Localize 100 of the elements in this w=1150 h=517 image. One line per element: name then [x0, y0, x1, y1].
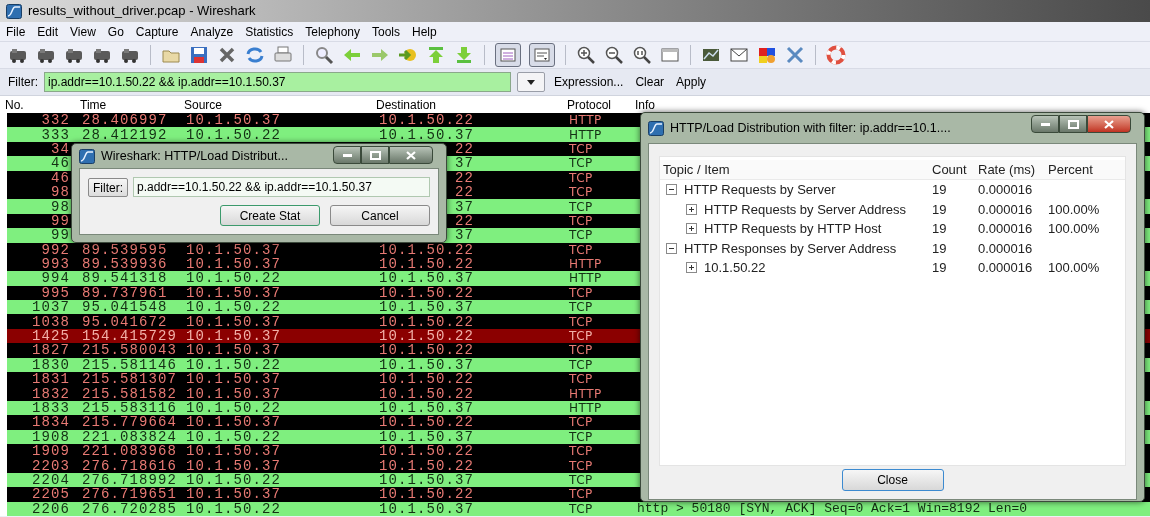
- menu-item[interactable]: Go: [107, 22, 124, 41]
- menu-item[interactable]: Tools: [372, 22, 400, 41]
- table-cell: HTTP: [569, 386, 602, 401]
- column-header[interactable]: Info: [635, 97, 655, 112]
- table-cell: 0.000016: [978, 182, 1033, 197]
- caret-icon: [527, 79, 535, 85]
- table-cell: TCP: [569, 242, 593, 257]
- menu-item[interactable]: View: [70, 22, 96, 41]
- menu-item[interactable]: Statistics: [245, 22, 294, 41]
- maximize-button[interactable]: [1059, 115, 1087, 133]
- dialog-button[interactable]: Create Stat: [220, 205, 320, 226]
- zoom-out-icon[interactable]: [604, 45, 624, 65]
- table-cell: 10.1.50.22: [186, 471, 281, 488]
- column-header[interactable]: Percent: [1048, 161, 1093, 177]
- table-cell: 10.1.50.22: [379, 372, 474, 387]
- table-cell: 19: [932, 201, 947, 217]
- table-cell: http > 50180 [SYN, ACK] Seq=0 Ack=1 Win=8192 Len=0: [637, 501, 1028, 517]
- color-squares-icon[interactable]: [757, 45, 777, 65]
- toolbar-button[interactable]: Expression...: [551, 73, 627, 91]
- table-cell: HTTP: [569, 271, 602, 286]
- column-header[interactable]: Time: [80, 97, 107, 112]
- minimize-icon: [1040, 122, 1050, 126]
- table-cell: 10.1.50.37: [186, 328, 281, 345]
- expander-icon[interactable]: [686, 203, 697, 215]
- close-button[interactable]: Close: [841, 469, 944, 491]
- close-button[interactable]: [389, 146, 433, 164]
- reload-icon[interactable]: [245, 45, 265, 65]
- table-cell: 10.1.50.37: [186, 256, 281, 273]
- table-cell: 215.583116: [82, 400, 177, 416]
- search-icon[interactable]: [314, 45, 334, 65]
- expander-icon[interactable]: [666, 184, 677, 196]
- column-header[interactable]: No.: [5, 97, 24, 112]
- tree-item[interactable]: HTTP Requests by HTTP Host: [704, 219, 882, 239]
- toggle-button[interactable]: [529, 43, 555, 67]
- table-cell: 10.1.50.37: [186, 313, 281, 330]
- table-cell: 332: [41, 112, 70, 129]
- column-header[interactable]: Count: [932, 161, 967, 177]
- minimize-button[interactable]: [1031, 115, 1059, 133]
- table-cell: 10.1.50.37: [379, 429, 474, 444]
- table-cell: HTTP: [569, 401, 602, 415]
- minimize-button[interactable]: [333, 146, 361, 164]
- filter-field[interactable]: ip.addr==10.1.50.22 && ip.addr==10.1.50.37: [44, 72, 511, 92]
- table-cell: TCP: [569, 444, 593, 459]
- menu-item[interactable]: Analyze: [190, 22, 234, 41]
- table-cell: 46: [51, 155, 70, 172]
- lifebuoy-icon[interactable]: [826, 45, 846, 65]
- zoom-in-icon[interactable]: [576, 45, 596, 65]
- table-cell: 10.1.50.22: [379, 285, 474, 300]
- table-cell: TCP: [569, 458, 593, 473]
- table-cell: 95.041548: [82, 299, 168, 316]
- table-cell: 89.737961: [82, 284, 168, 301]
- dropdown-button[interactable]: [517, 72, 545, 92]
- close-icon[interactable]: [217, 45, 237, 65]
- wireshark-logo-icon: [79, 148, 95, 164]
- tree-item[interactable]: HTTP Requests by Server: [684, 180, 836, 200]
- table-cell: 10.1.50.37: [186, 342, 281, 359]
- table-cell: TCP: [569, 141, 593, 156]
- toolbar-button[interactable]: Clear: [632, 73, 668, 91]
- filter-button[interactable]: Filter:: [88, 177, 128, 197]
- table-cell: 1908: [32, 428, 70, 445]
- column-header[interactable]: Protocol: [567, 97, 612, 112]
- table-cell: 1832: [32, 385, 70, 402]
- maximize-button[interactable]: [361, 146, 389, 164]
- table-cell: 333: [41, 126, 70, 143]
- menu-item[interactable]: Help: [412, 22, 437, 41]
- table-cell: TCP: [569, 285, 593, 300]
- printer-icon[interactable]: [273, 45, 293, 65]
- table-cell: 994: [41, 270, 70, 287]
- column-header[interactable]: Destination: [376, 97, 437, 112]
- table-cell: 221.083824: [82, 428, 177, 445]
- toggle-button[interactable]: [495, 43, 521, 67]
- maximize-icon: [1067, 119, 1079, 129]
- zoom-reset-icon[interactable]: [632, 45, 652, 65]
- toolbar-button[interactable]: Apply: [673, 73, 710, 91]
- envelope-icon[interactable]: [729, 45, 749, 65]
- table-cell: HTTP: [569, 127, 602, 142]
- menu-item[interactable]: Edit: [37, 22, 59, 41]
- column-header[interactable]: Rate (ms): [978, 161, 1036, 177]
- filter-field[interactable]: p.addr==10.1.50.22 && ip.addr==10.1.50.37: [133, 177, 430, 197]
- table-cell: 37: [455, 156, 474, 171]
- table-cell: 215.581582: [82, 385, 177, 402]
- window-icon[interactable]: [660, 45, 680, 65]
- menu-item[interactable]: Telephony: [305, 22, 360, 41]
- list-icon: [498, 45, 518, 65]
- column-header[interactable]: Source: [184, 97, 223, 112]
- close-button[interactable]: [1087, 115, 1131, 133]
- table-cell: 995: [41, 284, 70, 301]
- table-cell: 10.1.50.22: [379, 343, 474, 358]
- menu-item[interactable]: File: [6, 22, 26, 41]
- table-cell: 1909: [32, 443, 70, 460]
- table-cell: 215.581307: [82, 371, 177, 388]
- expander-icon[interactable]: [666, 242, 677, 254]
- expander-icon[interactable]: [686, 262, 697, 274]
- column-header[interactable]: Topic / Item: [663, 161, 730, 177]
- expander-icon[interactable]: [686, 223, 697, 235]
- menu-item[interactable]: Capture: [135, 22, 179, 41]
- table-cell: TCP: [569, 487, 593, 502]
- table-cell: 19: [932, 182, 947, 197]
- tree-item[interactable]: HTTP Requests by Server Address: [704, 199, 907, 219]
- dialog-button[interactable]: Cancel: [330, 205, 430, 226]
